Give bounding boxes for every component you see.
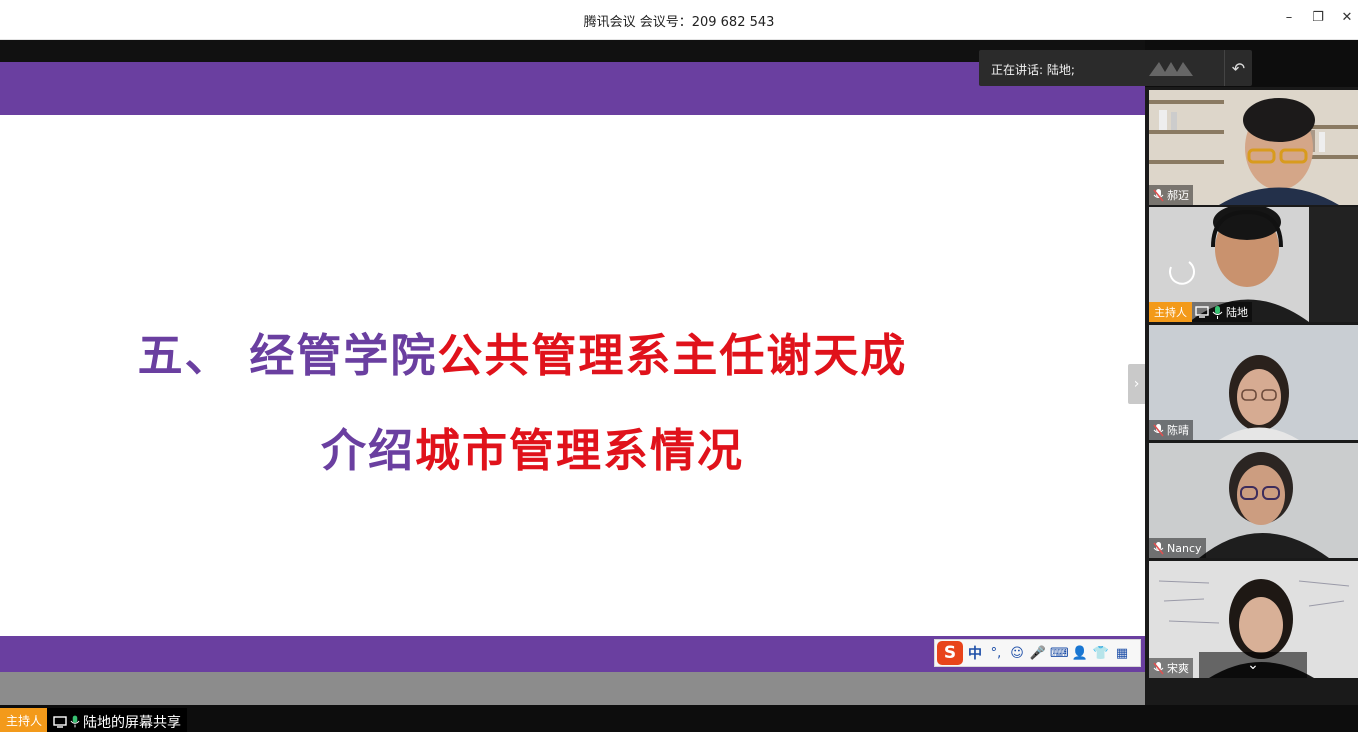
voice-icon[interactable]: 🎤 [1029, 646, 1047, 661]
participant-name-bar: Nancy [1149, 538, 1206, 558]
participant-name-bar: 主持人 陆地 [1149, 302, 1252, 322]
apps-icon[interactable]: ▦ [1113, 646, 1131, 661]
punctuation-icon[interactable]: °, [987, 646, 1005, 661]
participant-name-bar: 宋爽 [1149, 658, 1193, 678]
audio-wave-icon [1149, 62, 1193, 76]
speaking-indicator: 正在讲话: 陆地; ↶ [979, 50, 1252, 86]
participant-name: 郝迈 [1167, 189, 1189, 202]
shared-screen-stage: 五、 经管学院公共管理系主任谢天成 介绍城市管理系情况 [0, 40, 1145, 712]
video-tile[interactable]: 主持人 陆地 [1149, 207, 1358, 322]
participant-name-bar: 陈晴 [1149, 420, 1193, 440]
close-button[interactable]: ✕ [1337, 10, 1357, 25]
chevron-right-icon: › [1133, 376, 1140, 392]
mic-muted-icon [1153, 541, 1164, 555]
ime-toolbar[interactable]: S 中 °, ☺ 🎤 ⌨ 👤 👕 ▦ [934, 639, 1141, 667]
collapse-panel-button[interactable]: › [1128, 364, 1145, 404]
participant-name: 陆地 [1226, 306, 1248, 319]
chevron-down-icon: ⌄ [1247, 657, 1259, 673]
sogou-logo-icon[interactable]: S [937, 641, 963, 665]
user-icon[interactable]: 👤 [1071, 646, 1089, 661]
mic-active-icon [70, 715, 80, 728]
window-title: 腾讯会议 会议号：209 682 543 [583, 15, 775, 30]
return-arrow-icon: ↶ [1231, 58, 1246, 78]
screen-share-label: 陆地的屏幕共享 [47, 708, 187, 732]
screen-share-icon [1195, 306, 1209, 318]
slide-title-line-2: 介绍城市管理系情况 [0, 414, 1105, 479]
slide-title-1-red: 公共管理系主任谢天成 [437, 329, 908, 382]
screen-share-owner: 陆地的屏幕共享 [83, 714, 181, 731]
slide-title-2-purple: 介绍 [320, 424, 415, 477]
minimize-button[interactable]: – [1279, 10, 1299, 25]
participant-name: 宋爽 [1167, 662, 1189, 675]
window-titlebar: 腾讯会议 会议号：209 682 543 – ❐ ✕ [0, 0, 1358, 40]
host-badge: 主持人 [1149, 302, 1192, 322]
mic-muted-icon [1153, 661, 1164, 675]
slide-title-line-1: 五、 经管学院公共管理系主任谢天成 [0, 319, 1095, 384]
speaking-label: 正在讲话: 陆地; [991, 63, 1075, 77]
emoji-icon[interactable]: ☺ [1008, 646, 1026, 661]
mic-muted-icon [1153, 188, 1164, 202]
keyboard-icon[interactable]: ⌨ [1050, 646, 1069, 661]
screen-share-icon [53, 715, 67, 728]
slide-top-bar [0, 62, 1145, 115]
video-tile[interactable]: 陈晴 [1149, 325, 1358, 440]
video-tile[interactable]: Nancy [1149, 443, 1358, 558]
return-arrow-button[interactable]: ↶ [1224, 50, 1252, 86]
sharing-status-bar: 主持人 陆地的屏幕共享 [0, 705, 1358, 732]
participant-name: Nancy [1167, 541, 1202, 555]
slide-title-1-purple: 五、 经管学院 [137, 329, 438, 382]
participant-name-bar: 郝迈 [1149, 185, 1193, 205]
restore-button[interactable]: ❐ [1308, 10, 1328, 25]
host-badge: 主持人 [0, 708, 49, 732]
video-tile[interactable]: 郝迈 [1149, 90, 1358, 205]
ime-mode-button[interactable]: 中 [966, 643, 984, 663]
participant-name: 陈晴 [1167, 424, 1189, 437]
mic-active-icon [1212, 305, 1223, 319]
presentation-slide: 五、 经管学院公共管理系主任谢天成 介绍城市管理系情况 [0, 62, 1145, 712]
scroll-participants-down-button[interactable]: ⌄ [1199, 652, 1307, 678]
mic-muted-icon [1153, 423, 1164, 437]
skin-icon[interactable]: 👕 [1092, 646, 1110, 661]
slide-title-2-red: 城市管理系情况 [415, 424, 745, 477]
